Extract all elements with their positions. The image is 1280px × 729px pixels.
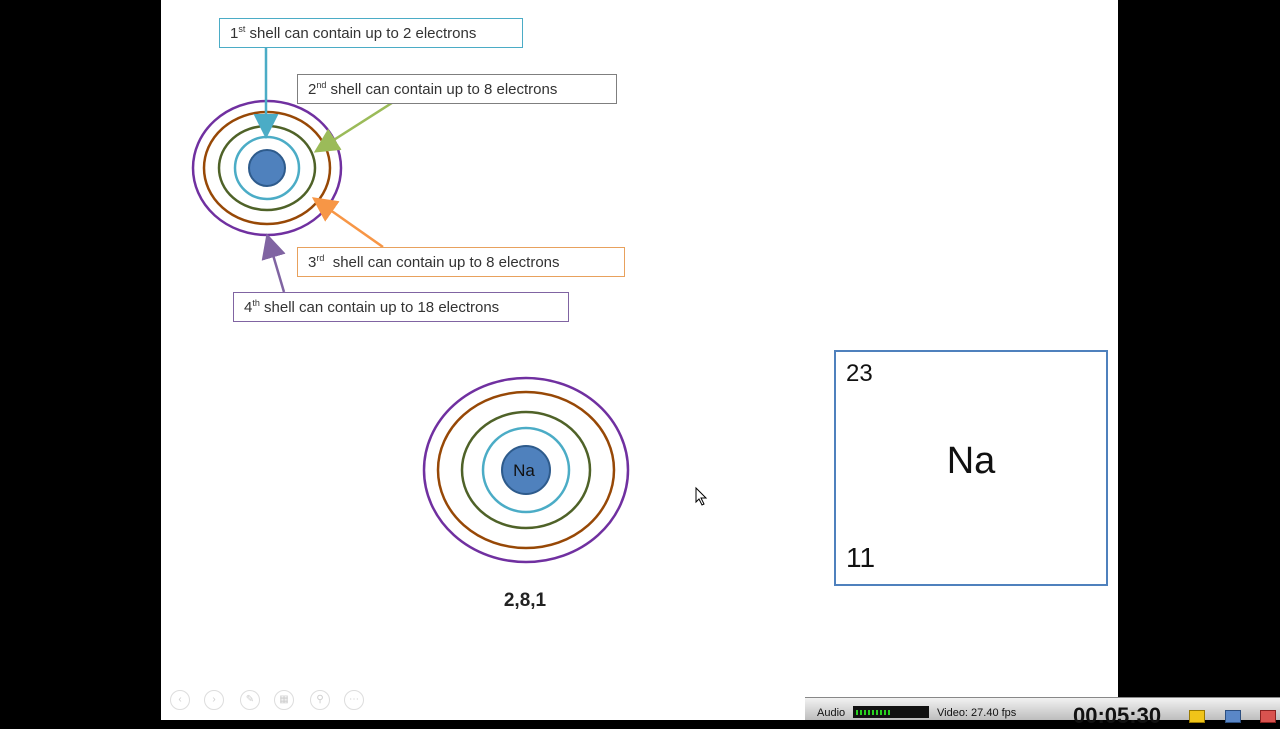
zoom-icon[interactable]: ⚲ xyxy=(310,690,330,710)
stop-recording-icon[interactable] xyxy=(1260,710,1276,723)
atomic-number: 11 xyxy=(846,542,876,573)
slides-grid-icon[interactable]: ▦ xyxy=(274,690,294,710)
label-shell-1: 1st shell can contain up to 2 electrons xyxy=(219,18,523,48)
element-card: 23 Na 11 xyxy=(834,350,1108,586)
mouse-cursor-icon xyxy=(695,486,708,506)
label-shell-3: 3rd shell can contain up to 8 electrons xyxy=(297,247,625,277)
electron-configuration: 2,8,1 xyxy=(503,590,547,611)
mass-number: 23 xyxy=(846,360,873,387)
pen-icon[interactable]: ✎ xyxy=(240,690,260,710)
pause-recording-icon[interactable] xyxy=(1189,710,1205,723)
video-fps-label: Video: 27.40 fps xyxy=(937,707,1017,719)
nucleus xyxy=(248,149,286,187)
recording-time: 00:05:30 xyxy=(1073,703,1162,728)
audio-label: Audio xyxy=(817,707,846,719)
na-nucleus-label: Na xyxy=(513,461,535,480)
element-symbol: Na xyxy=(946,440,996,482)
arrow-shell-4 xyxy=(261,233,286,293)
sodium-atom-diagram: Na xyxy=(422,376,630,564)
recorder-toolbar: Audio Video: 27.40 fps 00:05:30 xyxy=(805,697,1280,728)
label-shell-4: 4th shell can contain up to 18 electrons xyxy=(233,292,569,322)
more-options-icon[interactable]: ⋯ xyxy=(344,690,364,710)
next-slide-icon[interactable]: › xyxy=(204,690,224,710)
arrow-shell-3 xyxy=(311,197,384,249)
audio-level-meter xyxy=(853,706,929,718)
arrow-shell-2 xyxy=(313,99,396,153)
label-shell-2: 2nd shell can contain up to 8 electrons xyxy=(297,74,617,104)
prev-slide-icon[interactable]: ‹ xyxy=(170,690,190,710)
minimize-recorder-icon[interactable] xyxy=(1225,710,1241,723)
